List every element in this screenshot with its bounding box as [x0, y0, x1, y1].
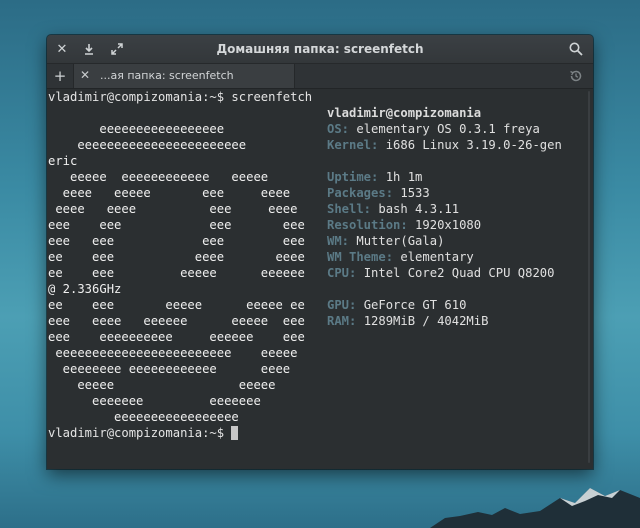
- info-wm: WM: Mutter(Gala): [327, 233, 444, 249]
- logo-line: eeeee eeeeeeeeeeee eeeee: [48, 170, 269, 184]
- search-icon: [569, 42, 583, 56]
- logo-line: eee eee eee eee: [48, 218, 305, 232]
- window-title: Домашняя папка: screenfetch: [216, 42, 424, 56]
- info-label: Packages:: [327, 186, 394, 200]
- info-label: GPU:: [327, 298, 357, 312]
- logo-line: ee eee eeee eeee: [48, 250, 305, 264]
- history-button[interactable]: [566, 66, 586, 86]
- tab-close-icon[interactable]: ✕: [80, 68, 94, 82]
- info-value: 1h 1m: [378, 170, 423, 184]
- tab-screenfetch[interactable]: ✕ ...ая папка: screenfetch: [73, 64, 295, 88]
- info-label: Kernel:: [327, 138, 379, 152]
- text-cursor: [231, 426, 239, 440]
- info-value: i686 Linux 3.19.0-26-gen: [378, 138, 562, 152]
- info-value: Intel Core2 Quad CPU Q8200: [356, 266, 555, 280]
- info-ram: RAM: 1289MiB / 4042MiB: [327, 313, 488, 329]
- logo-line: eeeeeeee eeeeeeeeeeee eeee: [48, 362, 291, 376]
- info-value: 1289MiB / 4042MiB: [356, 314, 489, 328]
- logo-line: eeeeeeeeeeeeeeeeeeeeeee: [48, 138, 247, 152]
- search-button[interactable]: [566, 39, 586, 59]
- prompt: vladimir@compizomania:~$: [48, 426, 232, 440]
- terminal-output[interactable]: vladimir@compizomania:~$ screenfetch eee…: [47, 89, 593, 469]
- info-packages: Packages: 1533: [327, 185, 430, 201]
- logo-line: eeee eeee eee eeee: [48, 202, 298, 216]
- info-label: OS:: [327, 122, 350, 136]
- scrollbar[interactable]: [588, 91, 590, 463]
- info-value: GeForce GT 610: [356, 298, 467, 312]
- info-value: 1920x1080: [407, 218, 482, 232]
- logo-line: eee eee eee eee: [48, 234, 305, 248]
- info-value: bash 4.3.11: [371, 202, 460, 216]
- info-label: Uptime:: [327, 170, 379, 184]
- user-host: vladimir@compizomania: [327, 106, 482, 120]
- info-os: OS: elementary OS 0.3.1 freya: [327, 121, 540, 137]
- prompt-line[interactable]: vladimir@compizomania:~$: [48, 425, 239, 441]
- info-value: Mutter(Gala): [349, 234, 445, 248]
- logo-line: eeeeeeeeeeeeeeeeeeeeeeee eeeee: [48, 346, 298, 360]
- info-label: RAM:: [327, 314, 357, 328]
- info-label: Resolution:: [327, 218, 408, 232]
- cpu-wrap-line: @ 2.336GHz: [48, 282, 122, 296]
- tab-bar: + ✕ ...ая папка: screenfetch: [47, 64, 593, 89]
- new-tab-button[interactable]: +: [50, 66, 70, 86]
- info-value: 1533: [393, 186, 430, 200]
- mountain-silhouette: [430, 488, 640, 528]
- logo-line: ee eee eeeee eeeeee: [48, 266, 305, 280]
- logo-line: eeeeeee eeeeeee: [48, 394, 261, 408]
- terminal-window: ✕ Домашняя папка: screenfetch + ✕ ...ая …: [47, 35, 593, 469]
- info-cpu: CPU: Intel Core2 Quad CPU Q8200: [327, 265, 554, 281]
- logo-line: eee eeeeeeeeee eeeeee eee: [48, 330, 305, 344]
- logo-line: eeeeeeeeeeeeeeeee: [48, 122, 225, 136]
- info-wm-theme: WM Theme: elementary: [327, 249, 474, 265]
- info-kernel: Kernel: i686 Linux 3.19.0-26-gen: [327, 137, 562, 153]
- history-icon: [570, 70, 582, 82]
- title-bar: ✕ Домашняя папка: screenfetch: [47, 35, 593, 64]
- kernel-wrap-line: eric: [48, 154, 78, 168]
- info-resolution: Resolution: 1920x1080: [327, 217, 481, 233]
- logo-line: eee eeee eeeeee eeeee eee: [48, 314, 305, 328]
- info-uptime: Uptime: 1h 1m: [327, 169, 422, 185]
- logo-line: eeee eeeee eee eeee: [48, 186, 291, 200]
- tab-label: ...ая папка: screenfetch: [100, 69, 234, 82]
- info-label: Shell:: [327, 202, 372, 216]
- info-label: CPU:: [327, 266, 357, 280]
- logo-line: ee eee eeeee eeeee ee: [48, 298, 305, 312]
- command-line: vladimir@compizomania:~$ screenfetch: [48, 90, 313, 104]
- info-gpu: GPU: GeForce GT 610: [327, 297, 466, 313]
- info-value: elementary OS 0.3.1 freya: [349, 122, 540, 136]
- info-shell: Shell: bash 4.3.11: [327, 201, 459, 217]
- info-label: WM:: [327, 234, 350, 248]
- logo-line: eeeee eeeee: [48, 378, 276, 392]
- info-label: WM Theme:: [327, 250, 394, 264]
- info-value: elementary: [393, 250, 474, 264]
- plus-icon: +: [53, 67, 67, 85]
- logo-line: eeeeeeeeeeeeeeeee: [48, 410, 239, 424]
